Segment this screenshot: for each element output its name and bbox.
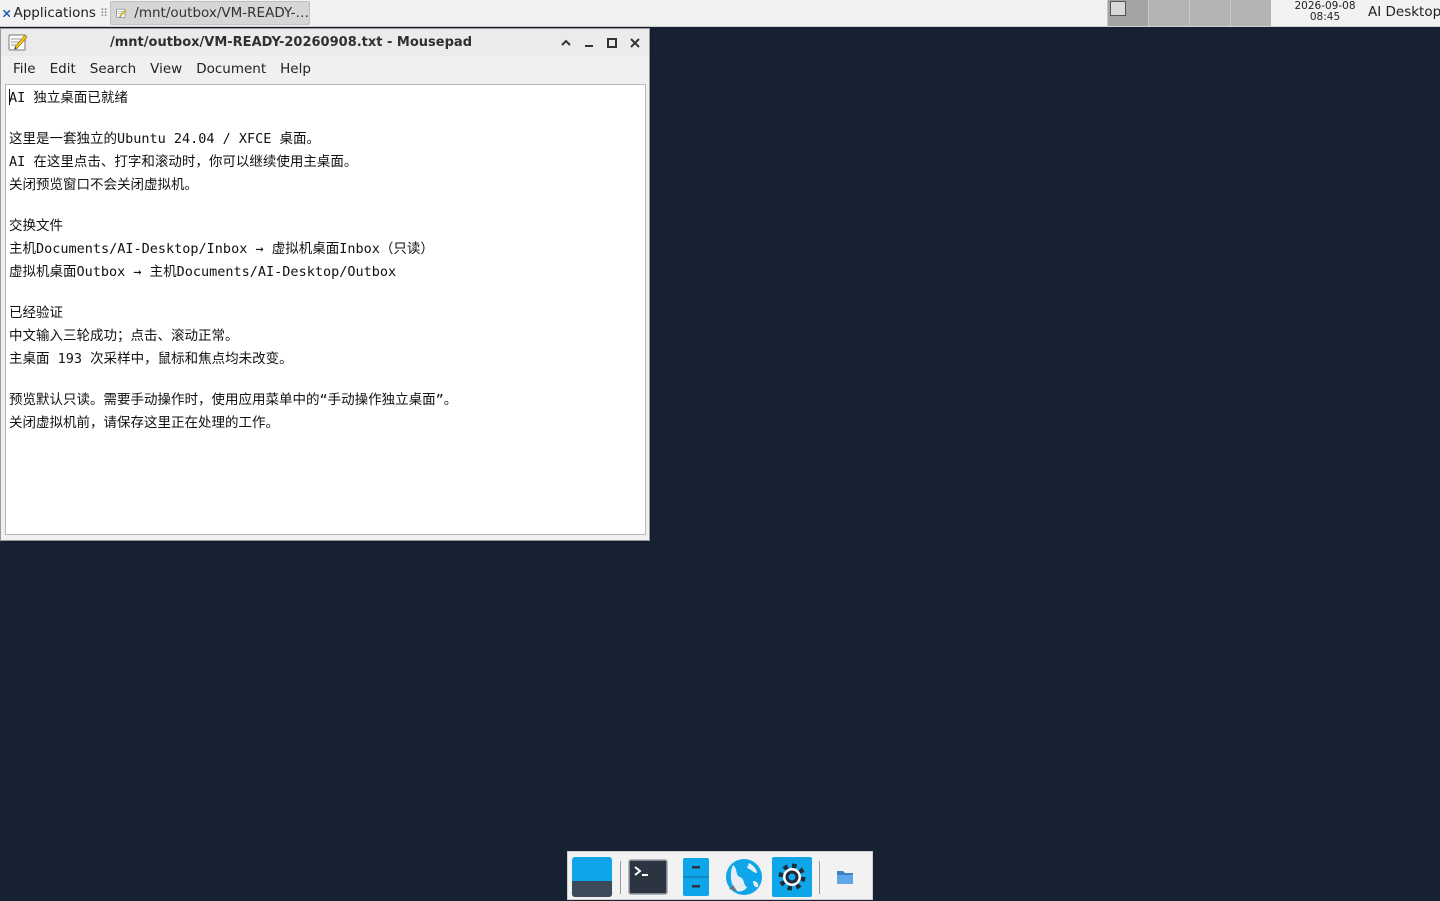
document-line-start: AI [9,90,26,106]
dock-web-browser-button[interactable] [723,857,765,897]
close-icon [630,38,640,48]
menu-search[interactable]: Search [83,58,143,80]
minimize-button[interactable] [580,34,598,52]
document-line: 交换文件 [9,218,63,234]
close-button[interactable] [626,34,644,52]
taskbar-task-label: /mnt/outbox/VM-READY-… [134,5,309,21]
settings-icon [772,857,812,897]
dock-show-desktop-button[interactable] [571,857,613,897]
applications-label: Applications [13,5,96,21]
workspace-4[interactable] [1230,0,1271,26]
workspace-window-thumbnail [1110,1,1126,16]
document-line: 主桌面 193 次采样中，鼠标和焦点均未改变。 [9,351,293,367]
menu-bar: File Edit Search View Document Help [1,56,649,82]
panel-clock[interactable]: 2026-09-08 08:45 [1287,1,1363,23]
terminal-icon [628,859,668,895]
text-editor-icon [116,8,127,18]
show-desktop-icon [572,857,612,897]
top-panel: Applications ⠿ /mnt/outbox/VM-READY-… 20… [0,0,1440,27]
document-line: 关闭虚拟机前，请保存这里正在处理的工作。 [9,415,279,431]
document-line: 预览默认只读。需要手动操作时，使用应用菜单中的“手动操作独立桌面”。 [9,392,458,408]
dock-separator [620,861,621,894]
clock-time: 08:45 [1309,11,1341,23]
document-line: 中文输入三轮成功；点击、滚动正常。 [9,328,239,344]
window-titlebar[interactable]: /mnt/outbox/VM-READY-20260908.txt - Mous… [1,29,649,56]
web-browser-icon [726,859,762,895]
document-line-rest: 独立桌面已就绪 [25,90,128,106]
window-title: /mnt/outbox/VM-READY-20260908.txt - Mous… [110,35,472,50]
xfce-mouse-icon [3,9,11,17]
dock-terminal-button[interactable] [627,857,669,897]
taskbar-task-mousepad[interactable]: /mnt/outbox/VM-READY-… [110,1,310,25]
menu-help[interactable]: Help [273,58,318,80]
shade-button[interactable] [557,34,575,52]
workspace-2[interactable] [1148,0,1189,26]
menu-view[interactable]: View [143,58,189,80]
folder-icon [837,871,853,884]
chevron-up-icon [561,39,571,46]
workspace-1[interactable] [1107,0,1148,26]
document-line: 已经验证 [9,305,63,321]
dock-folder-button[interactable] [830,862,860,892]
maximize-icon [607,38,617,48]
document-line: 虚拟机桌面Outbox → 主机Documents/AI-Desktop/Out… [9,264,397,280]
document-line: 这里是一套独立的Ubuntu 24.04 / XFCE 桌面。 [9,131,321,147]
minimize-icon [585,45,593,47]
file-manager-icon [683,858,709,896]
menu-edit[interactable]: Edit [43,58,83,80]
bottom-dock [567,851,873,900]
maximize-button[interactable] [603,34,621,52]
dock-settings-button[interactable] [771,857,813,897]
menu-document[interactable]: Document [189,58,273,80]
applications-handle-icon: ⠿ [99,6,108,20]
document-line: 关闭预览窗口不会关闭虚拟机。 [9,177,198,193]
text-editor-area[interactable]: AI 独立桌面已就绪 这里是一套独立的Ubuntu 24.04 / XFCE 桌… [5,84,646,535]
menu-file[interactable]: File [6,58,43,80]
mousepad-window: /mnt/outbox/VM-READY-20260908.txt - Mous… [0,28,650,541]
workspace-3[interactable] [1189,0,1230,26]
panel-user-label[interactable]: AI Desktop [1368,4,1440,20]
document-line: AI 在这里点击、打字和滚动时，你可以继续使用主桌面。 [9,154,358,170]
dock-file-manager-button[interactable] [675,857,717,897]
applications-menu-button[interactable]: Applications ⠿ [0,0,108,26]
document-line: 主机Documents/AI-Desktop/Inbox → 虚拟机桌面Inbo… [9,241,434,257]
workspace-switcher [1107,0,1271,26]
document-line: AI 独立桌面已就绪 [9,88,645,111]
dock-separator [819,861,820,894]
